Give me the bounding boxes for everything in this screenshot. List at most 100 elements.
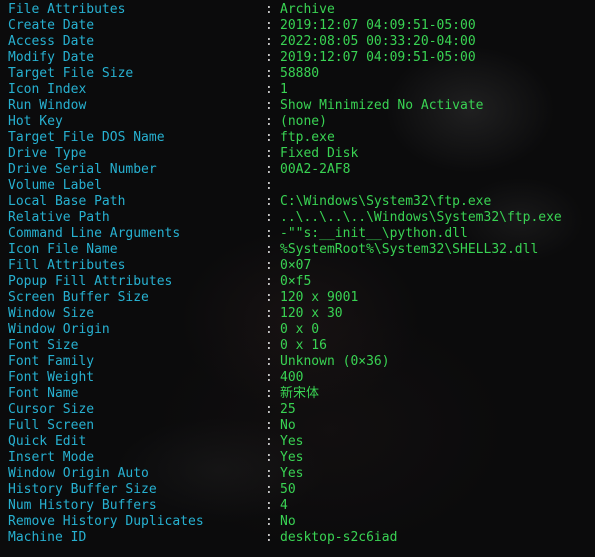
metadata-value: 25 — [280, 402, 296, 417]
metadata-separator: : — [265, 258, 273, 273]
metadata-row: History Buffer Size : 50 — [8, 482, 595, 498]
metadata-row: Create Date : 2019:12:07 04:09:51-05:00 — [8, 18, 595, 34]
metadata-row: Run Window : Show Minimized No Activate — [8, 98, 595, 114]
metadata-value: Show Minimized No Activate — [280, 98, 484, 113]
metadata-row: Window Origin : 0 x 0 — [8, 322, 595, 338]
metadata-separator: : — [265, 50, 273, 65]
metadata-key: Hot Key — [8, 114, 63, 129]
metadata-row: Icon Index : 1 — [8, 82, 595, 98]
metadata-value: Unknown (0×36) — [280, 354, 390, 369]
metadata-row: Relative Path : ..\..\..\..\Windows\Syst… — [8, 210, 595, 226]
metadata-row: Hot Key : (none) — [8, 114, 595, 130]
metadata-key: Quick Edit — [8, 434, 87, 449]
metadata-separator: : — [265, 514, 273, 529]
metadata-separator: : — [265, 418, 273, 433]
metadata-separator: : — [265, 402, 273, 417]
metadata-separator: : — [265, 482, 273, 497]
metadata-value: 1 — [280, 82, 288, 97]
metadata-key: Drive Serial Number — [8, 162, 157, 177]
metadata-separator: : — [265, 242, 273, 257]
metadata-key: Local Base Path — [8, 194, 126, 209]
metadata-separator: : — [265, 530, 273, 545]
metadata-separator: : — [265, 146, 273, 161]
metadata-key: Font Size — [8, 338, 79, 353]
metadata-value: %SystemRoot%\System32\SHELL32.dll — [280, 242, 539, 257]
metadata-row: Window Size : 120 x 30 — [8, 306, 595, 322]
metadata-value: 0 x 0 — [280, 322, 320, 337]
metadata-separator: : — [265, 66, 273, 81]
metadata-key: Window Size — [8, 306, 95, 321]
metadata-value: 0×f5 — [280, 274, 312, 289]
metadata-key: Font Name — [8, 386, 79, 401]
metadata-separator: : — [265, 162, 273, 177]
metadata-separator: : — [265, 322, 273, 337]
metadata-key: Num History Buffers — [8, 498, 157, 513]
metadata-value: C:\Windows\System32\ftp.exe — [280, 194, 492, 209]
metadata-value: -""s:__init__\python.dll — [280, 226, 468, 241]
metadata-row: Machine ID : desktop-s2c6iad — [8, 530, 595, 546]
metadata-value: 2019:12:07 04:09:51-05:00 — [280, 50, 476, 65]
metadata-separator: : — [265, 466, 273, 481]
metadata-separator: : — [265, 82, 273, 97]
metadata-row: Screen Buffer Size : 120 x 9001 — [8, 290, 595, 306]
metadata-row: Fill Attributes : 0×07 — [8, 258, 595, 274]
metadata-row: Insert Mode : Yes — [8, 450, 595, 466]
metadata-value: No — [280, 514, 296, 529]
metadata-key: Icon File Name — [8, 242, 118, 257]
metadata-value: 120 x 30 — [280, 306, 343, 321]
metadata-key: Access Date — [8, 34, 95, 49]
metadata-key: Fill Attributes — [8, 258, 126, 273]
metadata-separator: : — [265, 274, 273, 289]
metadata-separator: : — [265, 306, 273, 321]
metadata-separator: : — [265, 194, 273, 209]
metadata-row: Font Weight : 400 — [8, 370, 595, 386]
metadata-separator: : — [265, 226, 273, 241]
metadata-separator: : — [265, 178, 273, 193]
metadata-value: 新宋体 — [280, 386, 320, 401]
metadata-value: Yes — [280, 466, 304, 481]
metadata-value: Archive — [280, 2, 335, 17]
metadata-value: 4 — [280, 498, 288, 513]
metadata-row: Window Origin Auto : Yes — [8, 466, 595, 482]
metadata-separator: : — [265, 290, 273, 305]
metadata-value: ftp.exe — [280, 130, 335, 145]
metadata-separator: : — [265, 130, 273, 145]
metadata-key: Window Origin — [8, 322, 110, 337]
metadata-value: ..\..\..\..\Windows\System32\ftp.exe — [280, 210, 562, 225]
metadata-key: Create Date — [8, 18, 95, 33]
terminal-output[interactable]: File Attributes : Archive Create Date : … — [8, 2, 595, 546]
metadata-value: 58880 — [280, 66, 320, 81]
metadata-row: Font Size : 0 x 16 — [8, 338, 595, 354]
metadata-separator: : — [265, 386, 273, 401]
metadata-row: Drive Type : Fixed Disk — [8, 146, 595, 162]
metadata-separator: : — [265, 498, 273, 513]
metadata-separator: : — [265, 98, 273, 113]
metadata-row: Popup Fill Attributes : 0×f5 — [8, 274, 595, 290]
metadata-key: Screen Buffer Size — [8, 290, 149, 305]
metadata-row: Command Line Arguments : -""s:__init__\p… — [8, 226, 595, 242]
metadata-key: History Buffer Size — [8, 482, 157, 497]
metadata-separator: : — [265, 34, 273, 49]
metadata-key: Run Window — [8, 98, 87, 113]
metadata-separator: : — [265, 370, 273, 385]
metadata-separator: : — [265, 210, 273, 225]
metadata-value: 00A2-2AF8 — [280, 162, 351, 177]
metadata-key: Font Family — [8, 354, 95, 369]
metadata-value: 2022:08:05 00:33:20-04:00 — [280, 34, 476, 49]
metadata-key: Window Origin Auto — [8, 466, 149, 481]
metadata-value: 400 — [280, 370, 304, 385]
metadata-value: 0×07 — [280, 258, 312, 273]
metadata-key: Command Line Arguments — [8, 226, 181, 241]
metadata-value: 50 — [280, 482, 296, 497]
metadata-row: Icon File Name : %SystemRoot%\System32\S… — [8, 242, 595, 258]
metadata-key: Target File Size — [8, 66, 134, 81]
metadata-key: Popup Fill Attributes — [8, 274, 173, 289]
metadata-value: 120 x 9001 — [280, 290, 359, 305]
metadata-key: Insert Mode — [8, 450, 95, 465]
metadata-separator: : — [265, 114, 273, 129]
metadata-separator: : — [265, 18, 273, 33]
metadata-key: Volume Label — [8, 178, 102, 193]
metadata-row: Volume Label : — [8, 178, 595, 194]
metadata-row: Local Base Path : C:\Windows\System32\ft… — [8, 194, 595, 210]
metadata-value: (none) — [280, 114, 327, 129]
